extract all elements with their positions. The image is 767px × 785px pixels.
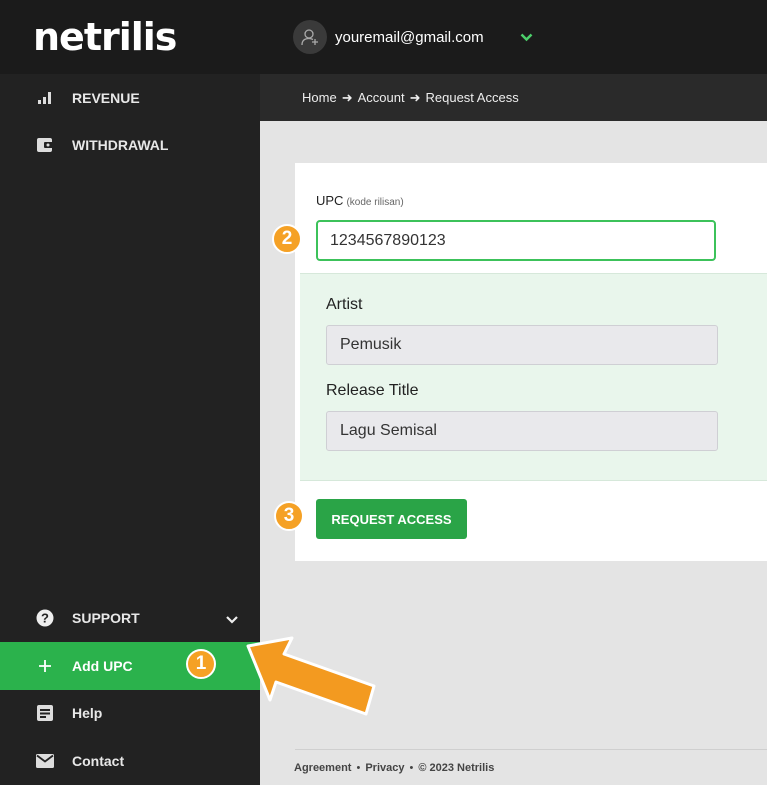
sidebar-item-label: Contact <box>72 753 125 769</box>
logo[interactable]: netrilis <box>33 15 177 59</box>
footer-agreement-link[interactable]: Agreement <box>294 762 351 774</box>
request-access-card: UPC(kode rilisan) Artist Release Title R… <box>295 163 767 561</box>
upc-label-text: UPC <box>316 193 344 208</box>
top-bar: youremail@gmail.com <box>260 0 767 74</box>
sidebar-item-label: Add UPC <box>72 658 133 674</box>
artist-label: Artist <box>326 296 363 313</box>
sidebar-item-help[interactable]: Help <box>0 689 260 737</box>
logo-area: netrilis <box>0 0 260 74</box>
release-info-panel: Artist Release Title <box>300 273 767 481</box>
release-title-label: Release Title <box>326 382 419 399</box>
sidebar-item-label: Help <box>72 705 103 721</box>
chevron-down-icon <box>226 611 238 627</box>
user-avatar-icon[interactable] <box>293 20 327 54</box>
request-access-button[interactable]: REQUEST ACCESS <box>316 499 467 539</box>
artist-field <box>326 325 718 365</box>
sidebar-item-add-upc[interactable]: Add UPC <box>0 642 260 690</box>
upc-label: UPC (kode rilisan) <box>316 193 404 208</box>
breadcrumb-separator: ➜ <box>341 89 353 105</box>
footer: Agreement • Privacy • © 2023 Netrilis <box>294 762 494 774</box>
sidebar-item-revenue[interactable]: REVENUE <box>0 74 260 122</box>
footer-privacy-link[interactable]: Privacy <box>365 762 404 774</box>
footer-separator: • <box>409 762 414 774</box>
footer-divider <box>295 749 767 750</box>
document-icon <box>35 703 55 723</box>
sidebar-item-label: REVENUE <box>72 90 140 106</box>
question-icon: ? <box>35 608 55 628</box>
chevron-down-icon[interactable] <box>520 33 533 42</box>
sidebar-item-contact[interactable]: Contact <box>0 737 260 785</box>
svg-text:?: ? <box>41 611 49 626</box>
user-email[interactable]: youremail@gmail.com <box>335 29 484 46</box>
release-title-field <box>326 411 718 451</box>
sidebar-item-support[interactable]: ? SUPPORT <box>0 594 260 642</box>
step-badge-2: 2 <box>272 224 302 254</box>
step-badge-1: 1 <box>186 649 216 679</box>
breadcrumb-home[interactable]: Home <box>302 90 337 105</box>
breadcrumb-account[interactable]: Account <box>358 90 405 105</box>
step-badge-3: 3 <box>274 501 304 531</box>
upc-hint: (kode rilisan) <box>346 197 404 208</box>
breadcrumb: Home ➜ Account ➜ Request Access <box>260 74 767 121</box>
arrow-pointer-icon <box>246 636 376 716</box>
upc-input[interactable] <box>316 220 716 261</box>
envelope-icon <box>35 751 55 771</box>
breadcrumb-separator: ➜ <box>409 89 421 105</box>
breadcrumb-current: Request Access <box>425 90 519 105</box>
bar-chart-icon <box>35 88 55 108</box>
sidebar-item-label: SUPPORT <box>72 610 140 626</box>
sidebar: netrilis REVENUE WITHDRAWAL ? SUPPORT Ad… <box>0 0 260 785</box>
sidebar-item-withdrawal[interactable]: WITHDRAWAL <box>0 121 260 169</box>
plus-icon <box>35 656 55 676</box>
footer-copyright: © 2023 Netrilis <box>418 762 495 774</box>
sidebar-item-label: WITHDRAWAL <box>72 137 169 153</box>
wallet-icon <box>35 135 55 155</box>
footer-separator: • <box>356 762 361 774</box>
